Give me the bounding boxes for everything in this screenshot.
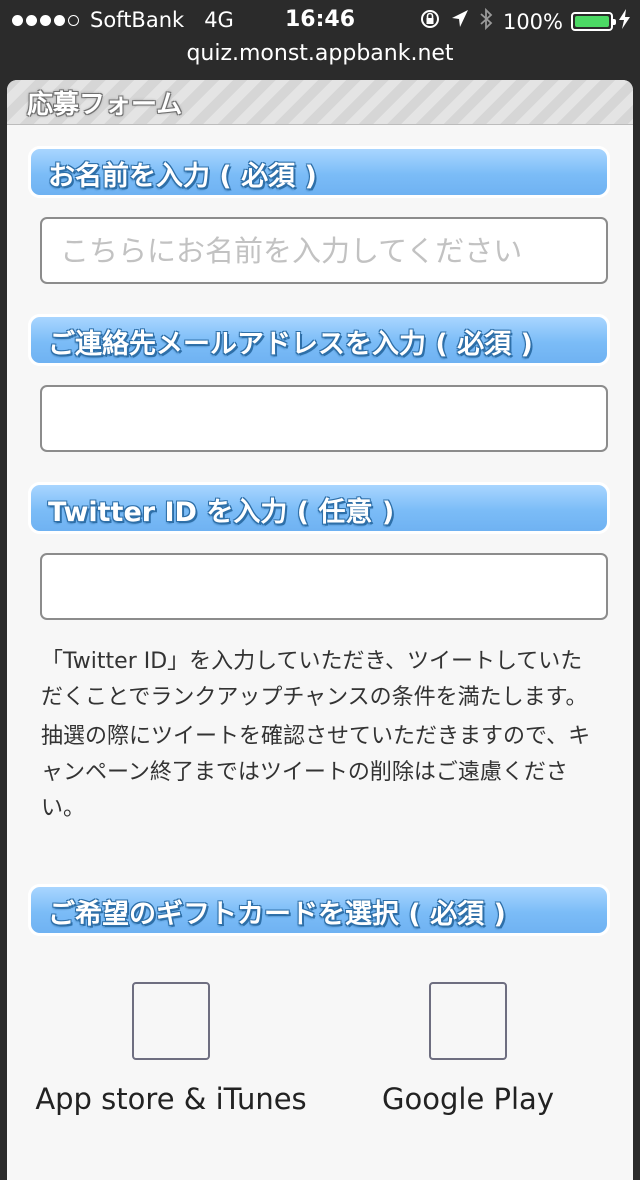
twitter-id-input[interactable] [40, 553, 608, 620]
battery-icon [571, 12, 616, 31]
entry-form-card: 応募フォーム お名前を入力 ( 必須 ) ご連絡先メールアドレスを入力 ( 必須… [7, 80, 633, 1180]
charging-bolt-icon [619, 9, 630, 34]
web-page: 応募フォーム お名前を入力 ( 必須 ) ご連絡先メールアドレスを入力 ( 必須… [0, 76, 640, 1180]
email-input[interactable] [40, 385, 608, 452]
email-section-text: ご連絡先メールアドレスを入力 ( 必須 ) [48, 329, 533, 360]
google-play-label[interactable]: Google Play [347, 1082, 589, 1116]
note-paragraph: 抽選の際にツイートを確認させていただきますので、キャンペーン終了まではツイートの… [41, 724, 591, 821]
url-bar[interactable]: quiz.monst.appbank.net [0, 40, 640, 76]
bluetooth-icon [479, 7, 493, 36]
twitter-notes: 「Twitter ID」を入力していただき、ツイートしていただくことでランクアッ… [41, 644, 601, 830]
twitter-section-text: Twitter ID を入力 ( 任意 ) [48, 497, 395, 528]
name-section-text: お名前を入力 ( 必須 ) [48, 161, 317, 192]
email-section-label: ご連絡先メールアドレスを入力 ( 必須 ) [28, 314, 610, 366]
gift-section-text: ご希望のギフトカードを選択 ( 必須 ) [48, 899, 506, 930]
gift-option-app-store[interactable]: App store & iTunes [35, 982, 307, 1116]
status-bar: SoftBank 4G 16:46 100% [0, 0, 640, 40]
battery-percent: 100% [502, 9, 563, 34]
form-title: 応募フォーム [27, 90, 183, 120]
google-play-checkbox[interactable] [429, 982, 507, 1060]
twitter-section-label: Twitter ID を入力 ( 任意 ) [28, 482, 610, 534]
gift-section-label: ご希望のギフトカードを選択 ( 必須 ) [28, 884, 610, 936]
status-right: 100% [409, 7, 630, 36]
form-header: 応募フォーム [7, 80, 633, 125]
note-paragraph: 「Twitter ID」を入力していただき、ツイートしていただくことでランクアッ… [41, 649, 588, 710]
name-input[interactable] [40, 217, 608, 284]
app-store-checkbox[interactable] [132, 982, 210, 1060]
location-arrow-icon [451, 9, 469, 34]
app-store-label[interactable]: App store & iTunes [35, 1082, 307, 1116]
gift-option-google-play[interactable]: Google Play [347, 982, 589, 1116]
orientation-lock-icon [419, 8, 441, 35]
name-section-label: お名前を入力 ( 必須 ) [28, 146, 610, 198]
